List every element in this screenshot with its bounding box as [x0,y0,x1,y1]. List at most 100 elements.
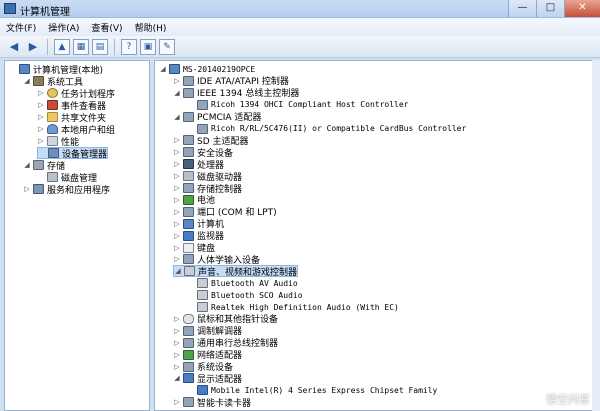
menu-item-3[interactable]: 帮助(H) [135,21,167,34]
device-tree-item[interactable]: ▷ IDE ATA/ATAPI 控制器 [173,75,289,87]
device-tree-item[interactable]: ▷ 通用串行总线控制器 [173,337,278,349]
expand-toggle-icon[interactable]: ▷ [173,363,181,371]
menu-item-0[interactable]: 文件(F) [6,21,36,34]
tree-item[interactable]: ▷ 服务和应用程序 [23,183,110,196]
tree-item[interactable]: ◢ 系统工具 [23,75,83,88]
scrollbar[interactable] [592,60,600,411]
device-category-icon [183,194,194,205]
device-tree-item[interactable]: ▷ SD 主适配器 [173,134,249,147]
device-tree-item[interactable]: ▷ 存储控制器 [173,182,242,195]
tree-item[interactable]: 设备管理器 [37,147,109,160]
expand-toggle-icon[interactable]: ◢ [173,374,181,382]
expand-toggle-icon[interactable]: ▷ [173,136,181,144]
device-tree-item[interactable]: ◢ 显示适配器 [173,372,242,385]
device-tree-item[interactable]: Ricoh R/RL/5C476(II) or Compatible CardB… [187,123,466,135]
device-tree-item[interactable]: ▷ 磁盘驱动器 [173,170,242,183]
expand-toggle-icon[interactable]: ▷ [173,160,181,168]
show-hide-tree-icon[interactable]: ▦ [73,38,89,55]
expand-toggle-icon[interactable]: ▷ [173,351,181,359]
device-tree-item[interactable]: ▷ 智能卡读卡器 [173,396,252,409]
device-tree-item[interactable]: ▷ 监视器 [173,230,224,242]
expand-toggle-icon[interactable]: ▷ [173,255,181,263]
expand-toggle-icon[interactable]: ▷ [37,101,45,109]
device-tree-item[interactable]: ▷ 端口 (COM 和 LPT) [173,206,277,218]
tree-item[interactable]: ◢ 存储 [23,159,65,172]
device-category-icon [183,337,194,348]
console-tree-pane[interactable]: 计算机管理(本地) ◢ 系统工具 ▷ 任务计划程序 ▷ 事件查看器 ▷ 共享文件夹 ▷ 本地用户和组… [4,60,150,411]
device-tree-item[interactable]: ▷ 键盘 [173,242,215,254]
forward-icon[interactable]: ▶ [25,39,41,55]
device-tree-item[interactable]: Bluetooth SCO Audio [187,289,303,301]
event-viewer-icon [47,100,58,110]
expand-toggle-icon[interactable]: ▷ [173,398,181,406]
device-tree-item[interactable]: ▷ 人体学输入设备 [173,253,260,266]
device-tree-item[interactable]: ▷ 鼠标和其他指针设备 [173,313,278,325]
scan-hardware-icon[interactable]: ✎ [159,38,175,55]
device-category-icon [197,385,208,396]
view-icon[interactable]: ▣ [140,38,156,55]
expand-toggle-icon[interactable]: ▷ [23,185,31,193]
expand-toggle-icon[interactable]: ▷ [37,125,45,133]
minimize-button[interactable]: — [508,0,536,17]
device-tree-item[interactable]: ▷ 网络适配器 [173,349,242,361]
expand-toggle-icon[interactable]: ◢ [159,65,167,73]
device-tree-item[interactable]: ▷ 处理器 [173,158,224,171]
system-tools-icon [33,76,44,86]
tree-item[interactable]: ▷ 事件查看器 [37,99,106,112]
tree-item[interactable]: ▷ 性能 [37,135,79,148]
menu-item-2[interactable]: 查看(V) [91,21,122,34]
expand-toggle-icon[interactable]: ▷ [173,220,181,228]
tree-item-label: 智能卡读卡器 [197,398,252,409]
device-tree-item[interactable]: Realtek High Definition Audio (With EC) [187,301,399,313]
tree-item[interactable]: ▷ 本地用户和组 [37,123,115,136]
device-tree-item[interactable]: Bluetooth AV Audio [187,277,298,289]
properties-icon[interactable]: ▤ [92,38,108,55]
expand-toggle-icon[interactable]: ▷ [173,196,181,204]
expand-toggle-icon[interactable]: ▷ [173,339,181,347]
expand-toggle-icon[interactable]: ▷ [37,137,45,145]
back-icon[interactable]: ◀ [6,39,22,55]
close-button[interactable]: ✕ [564,0,600,17]
up-folder-icon[interactable]: ▲ [54,38,70,55]
device-category-icon [169,64,180,74]
device-tree-item[interactable]: ◢ PCMCIA 适配器 [173,111,261,123]
expand-toggle-icon[interactable]: ▷ [173,208,181,216]
expand-toggle-icon[interactable]: ◢ [23,77,31,85]
expand-toggle-icon[interactable]: ▷ [37,89,45,97]
shared-folders-icon [47,112,58,122]
device-tree-item[interactable]: ▷ 计算机 [173,218,224,230]
tree-item[interactable]: ▷ 任务计划程序 [37,87,115,100]
menu-item-1[interactable]: 操作(A) [48,21,79,34]
expand-toggle-icon[interactable]: ▷ [173,148,181,156]
expand-toggle-icon[interactable]: ◢ [173,113,181,121]
expand-toggle-icon[interactable]: ◢ [174,267,182,275]
expand-toggle-icon[interactable]: ▷ [173,315,181,323]
toolbar-separator [114,38,115,55]
expand-toggle-icon[interactable]: ▷ [173,77,181,85]
device-category-icon [183,325,194,336]
device-tree-item[interactable]: ▷ 安全设备 [173,146,233,159]
expand-toggle-icon[interactable]: ▷ [173,232,181,240]
device-list-pane[interactable]: ◢ MS-20140219OPCE ▷ IDE ATA/ATAPI 控制器 ◢ IEEE … [154,60,600,411]
expand-toggle-icon[interactable]: ▷ [173,244,181,252]
device-tree-item[interactable]: ▷ 系统设备 [173,361,233,373]
device-tree-item[interactable]: ▷ 调制解调器 [173,325,242,337]
tree-item[interactable]: ▷ 共享文件夹 [37,111,106,124]
expand-toggle-icon[interactable]: ◢ [23,161,31,169]
expand-toggle-icon[interactable]: ◢ [173,89,181,97]
help-icon[interactable]: ? [121,38,137,55]
device-tree-item[interactable]: Mobile Intel(R) 4 Series Express Chipset… [187,384,437,396]
expand-toggle-icon[interactable]: ▷ [173,172,181,180]
maximize-button[interactable]: □ [536,0,564,17]
device-tree-item[interactable]: ▷ 电池 [173,194,215,206]
device-category-icon [183,171,194,182]
expand-toggle-icon[interactable]: ▷ [173,184,181,192]
device-tree-item[interactable]: ◢ IEEE 1394 总线主控制器 [173,87,299,99]
expand-toggle-icon[interactable]: ▷ [37,113,45,121]
expand-toggle-icon[interactable]: ▷ [173,327,181,335]
tree-item[interactable]: 计算机管理(本地) [9,63,103,76]
device-tree-item[interactable]: ◢ MS-20140219OPCE [159,63,255,75]
device-tree-item[interactable]: Ricoh 1394 OHCI Compliant Host Controlle… [187,99,408,111]
device-tree-item[interactable]: ◢ 声音、视频和游戏控制器 [173,265,299,278]
tree-item[interactable]: 磁盘管理 [37,171,97,184]
